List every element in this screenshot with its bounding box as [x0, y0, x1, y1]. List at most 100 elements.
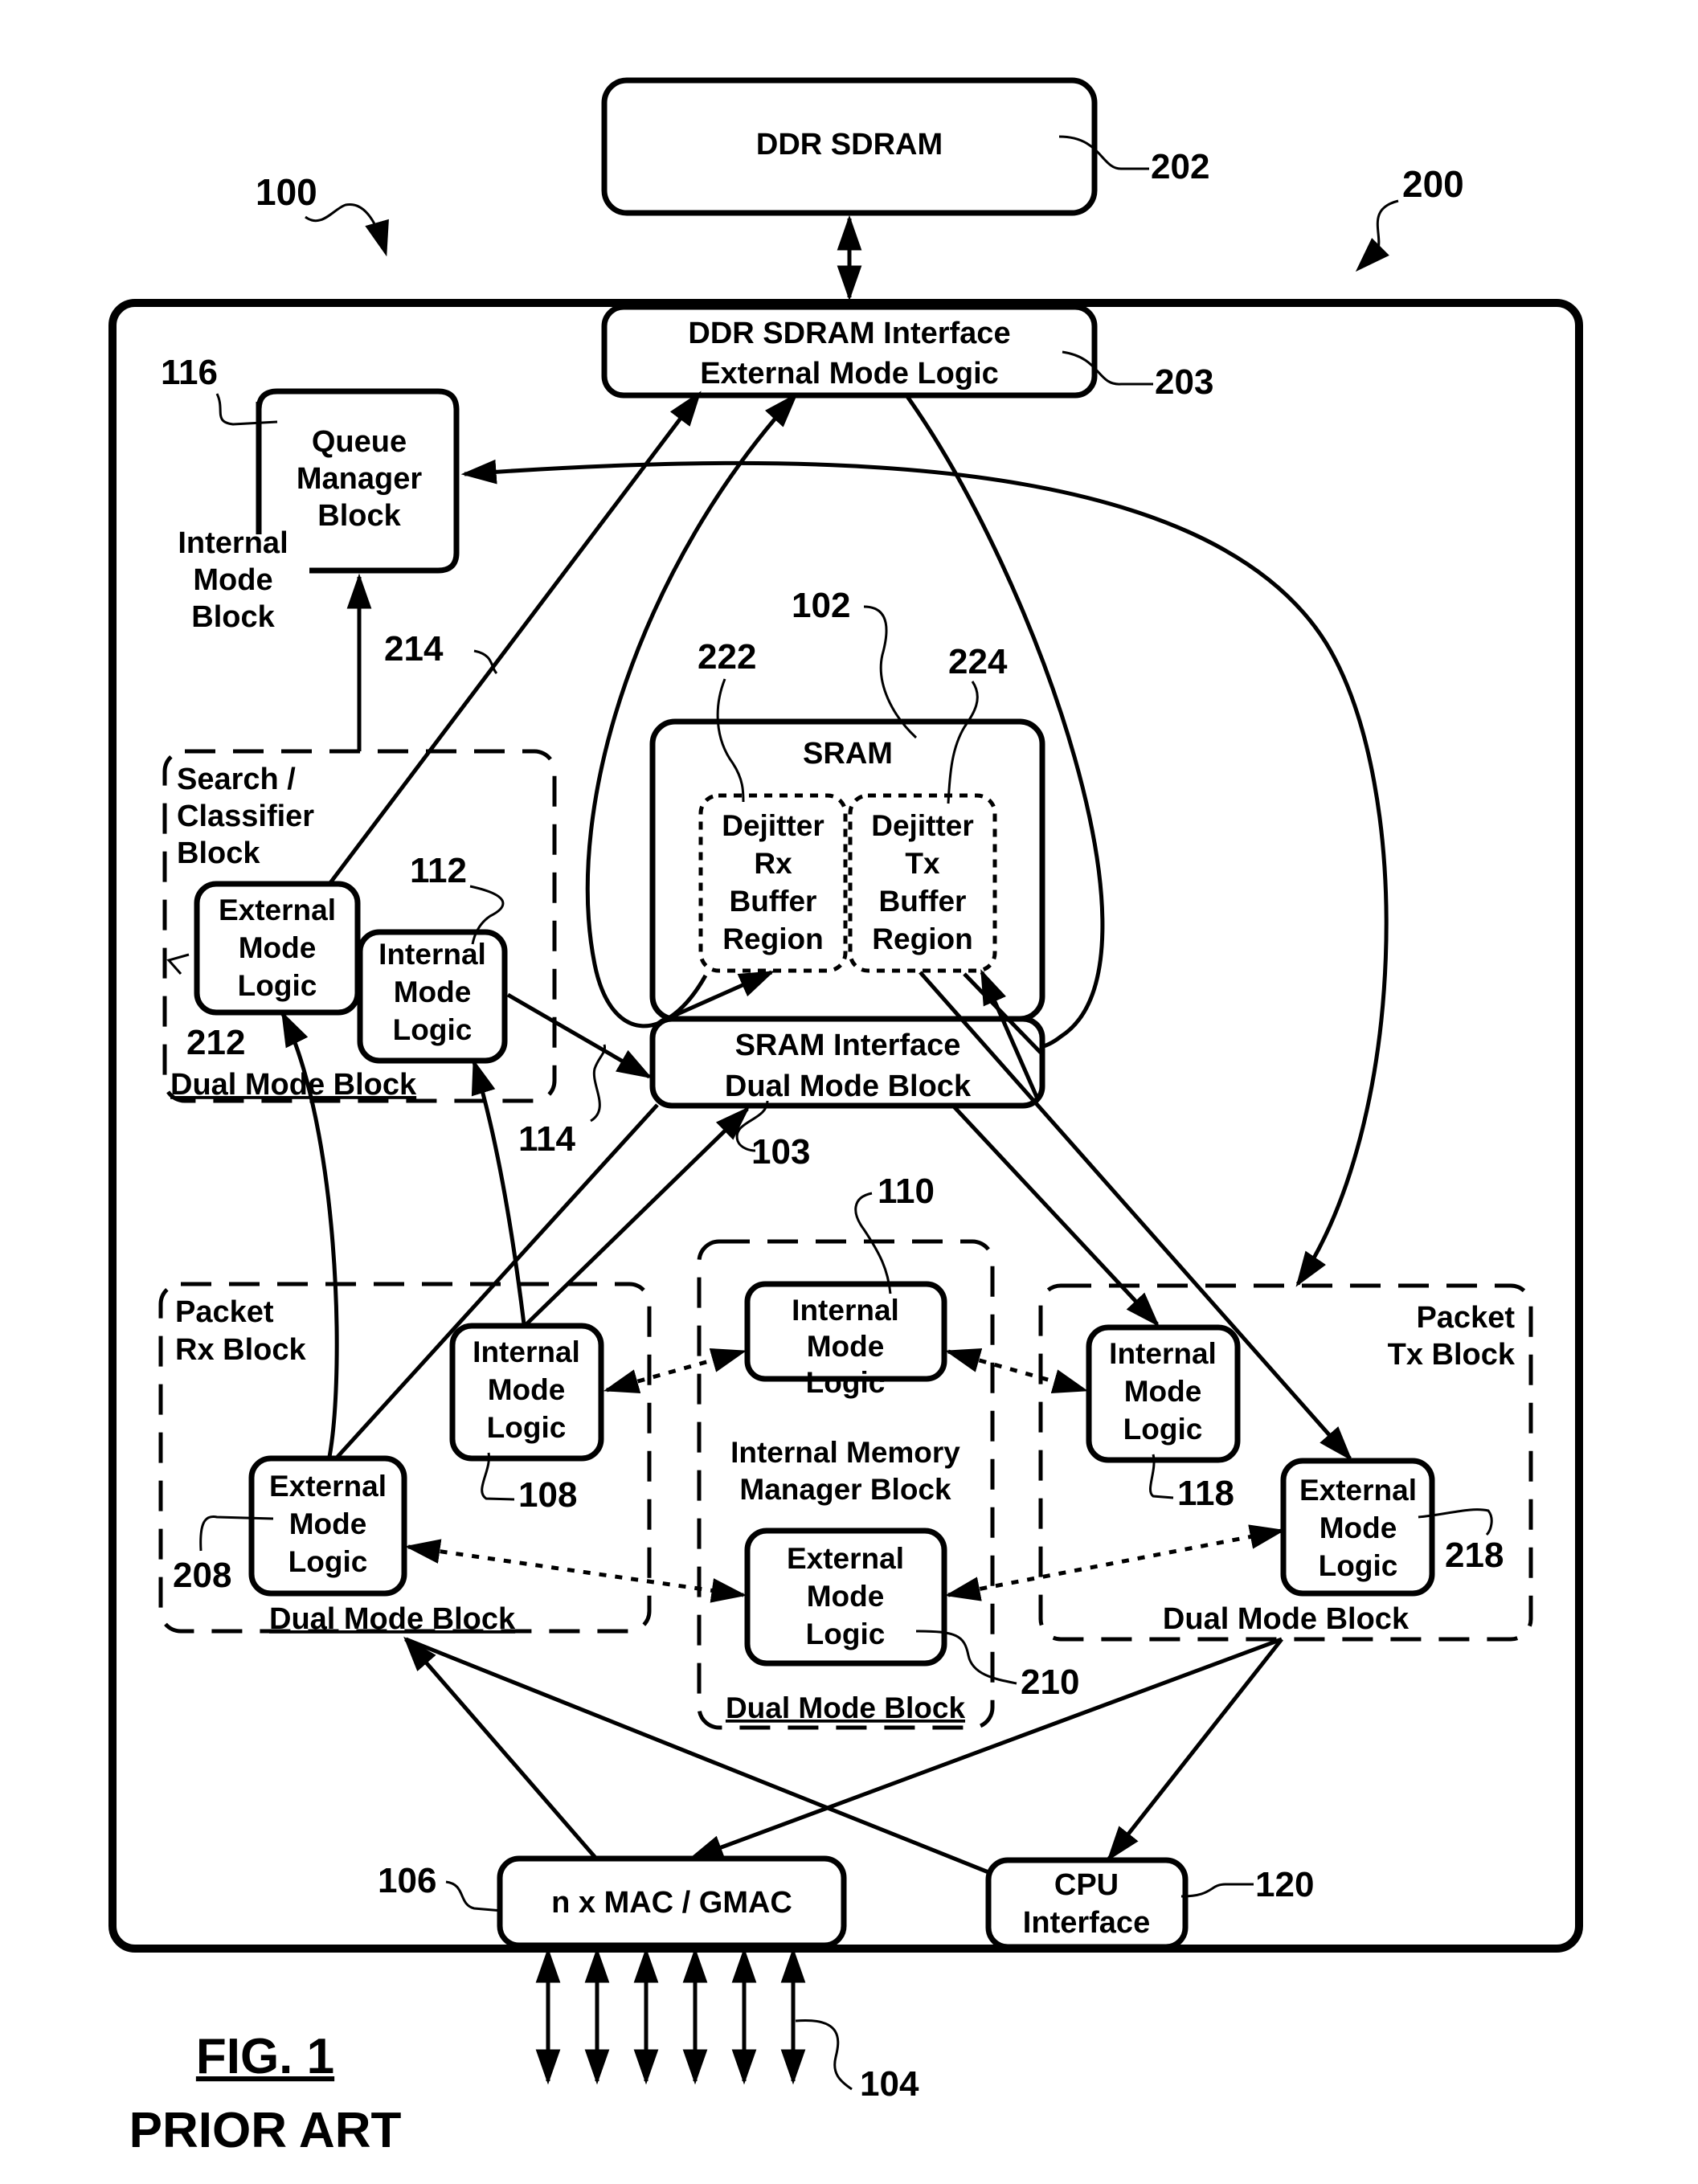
sram-interface-line2: Dual Mode Block — [725, 1070, 972, 1103]
label: External — [1299, 1474, 1417, 1507]
label: Mode — [289, 1507, 367, 1540]
label: Mode — [807, 1330, 885, 1363]
ddr-sdram-label: DDR SDRAM — [756, 128, 943, 162]
label: Logic — [487, 1411, 567, 1444]
imm-dual-mode-label: Dual Mode Block — [726, 1691, 966, 1724]
internal-mode-block-label-3: Block — [191, 600, 275, 634]
ref-112: 112 — [410, 851, 467, 890]
search-dual-mode-label: Dual Mode Block — [170, 1068, 417, 1102]
packet-rx-label-2: Rx Block — [175, 1333, 306, 1367]
mac-label: n x MAC / GMAC — [551, 1886, 792, 1920]
figure-subcaption: PRIOR ART — [129, 2103, 402, 2158]
label: Internal — [1109, 1337, 1217, 1370]
ref-104: 104 — [860, 2064, 919, 2104]
label: Internal — [473, 1335, 580, 1368]
label: Dejitter — [722, 809, 824, 842]
search-internal-logic[interactable]: Internal Mode Logic — [357, 929, 508, 1064]
search-label-2: Classifier — [177, 800, 314, 833]
port-arrows — [535, 1947, 806, 2085]
tx-external-logic[interactable]: External Mode Logic — [1280, 1458, 1435, 1597]
ref-200: 200 — [1402, 163, 1464, 205]
ddr-sdram-block[interactable]: DDR SDRAM — [601, 77, 1098, 216]
cpu-label-1: CPU — [1054, 1868, 1119, 1902]
ref-103: 103 — [751, 1132, 810, 1172]
imm-external-logic[interactable]: External Mode Logic — [744, 1528, 947, 1667]
ddr-interface-line2: External Mode Logic — [700, 357, 999, 391]
label: Rx — [754, 847, 792, 880]
tx-internal-logic[interactable]: Internal Mode Logic — [1086, 1324, 1241, 1463]
ref-212: 212 — [186, 1023, 245, 1062]
cpu-label-2: Interface — [1023, 1906, 1150, 1940]
imm-internal-logic[interactable]: Internal Mode Logic — [744, 1281, 947, 1399]
search-external-logic[interactable]: External Mode Logic — [194, 881, 361, 1016]
label: Dejitter — [871, 809, 973, 842]
cpu-interface-block[interactable]: CPU Interface — [985, 1857, 1189, 1950]
label: Region — [722, 922, 823, 955]
ref-108: 108 — [518, 1475, 577, 1515]
packet-tx-label-2: Tx Block — [1388, 1338, 1516, 1372]
label: Mode — [239, 931, 317, 964]
network-processor-diagram: DDR SDRAM 202 100 200 DDR SDRAM Interfac… — [108, 77, 1583, 2158]
ref-106: 106 — [378, 1861, 436, 1900]
label: Mode — [807, 1580, 885, 1613]
label: Logic — [806, 1618, 886, 1650]
search-label-3: Block — [177, 836, 260, 870]
rx-internal-logic[interactable]: Internal Mode Logic — [449, 1323, 604, 1462]
packet-rx-dual-mode-label: Dual Mode Block — [269, 1602, 516, 1636]
ddr-interface-line1: DDR SDRAM Interface — [688, 317, 1010, 350]
label: Tx — [905, 847, 940, 880]
internal-mode-block-label-1: Internal — [178, 526, 288, 560]
packet-tx-label-1: Packet — [1416, 1301, 1515, 1335]
ref-218: 218 — [1445, 1536, 1504, 1575]
sram-interface-line1: SRAM Interface — [735, 1029, 961, 1062]
ref-224: 224 — [948, 642, 1008, 681]
label: Mode — [1320, 1511, 1397, 1544]
queue-label-3: Block — [317, 499, 401, 533]
ref-114: 114 — [518, 1119, 576, 1159]
label: Mode — [488, 1373, 566, 1406]
ref-210: 210 — [1021, 1663, 1079, 1702]
sram-interface-block[interactable]: SRAM Interface Dual Mode Block — [649, 1016, 1045, 1109]
queue-label-2: Manager — [297, 462, 422, 496]
label: Internal — [378, 938, 486, 971]
ref-116: 116 — [161, 353, 218, 392]
label: Logic — [806, 1366, 886, 1399]
label: External — [269, 1470, 387, 1503]
label: Logic — [288, 1545, 368, 1578]
label: External — [219, 894, 336, 926]
ref-102: 102 — [792, 586, 850, 625]
ddr-interface-block[interactable]: DDR SDRAM Interface External Mode Logic — [601, 304, 1098, 399]
ref-100: 100 — [256, 171, 317, 213]
packet-rx-label-1: Packet — [175, 1295, 274, 1329]
label: Buffer — [730, 885, 817, 918]
label: Logic — [393, 1013, 473, 1046]
queue-label-1: Queue — [312, 425, 407, 459]
rx-external-logic[interactable]: External Mode Logic — [248, 1455, 407, 1597]
label: Mode — [394, 975, 472, 1008]
ref-208: 208 — [173, 1556, 231, 1595]
ref-214: 214 — [384, 629, 444, 669]
search-label-1: Search / — [177, 763, 296, 796]
ref-110: 110 — [878, 1172, 935, 1211]
label: Region — [872, 922, 972, 955]
internal-mode-block-label-2: Mode — [193, 563, 272, 597]
packet-tx-dual-mode-label: Dual Mode Block — [1163, 1602, 1410, 1636]
ref-203: 203 — [1155, 362, 1213, 402]
label: Buffer — [879, 885, 967, 918]
ref-118: 118 — [1177, 1474, 1234, 1513]
ref-120: 120 — [1255, 1865, 1314, 1904]
ref-202: 202 — [1151, 147, 1209, 186]
label: Logic — [1123, 1413, 1203, 1446]
sram-label: SRAM — [803, 737, 893, 771]
mac-block[interactable]: n x MAC / GMAC — [497, 1855, 847, 1949]
figure-caption: FIG. 1 — [196, 2029, 334, 2084]
queue-manager-block[interactable]: Queue Manager Block — [256, 388, 460, 574]
ref-222: 222 — [698, 637, 756, 677]
label: External — [787, 1542, 904, 1575]
imm-label-1: Internal Memory — [730, 1436, 960, 1469]
label: Logic — [238, 969, 317, 1002]
imm-label-2: Manager Block — [739, 1473, 951, 1506]
label: Logic — [1319, 1549, 1398, 1582]
label: Internal — [792, 1294, 899, 1327]
label: Mode — [1124, 1375, 1202, 1408]
